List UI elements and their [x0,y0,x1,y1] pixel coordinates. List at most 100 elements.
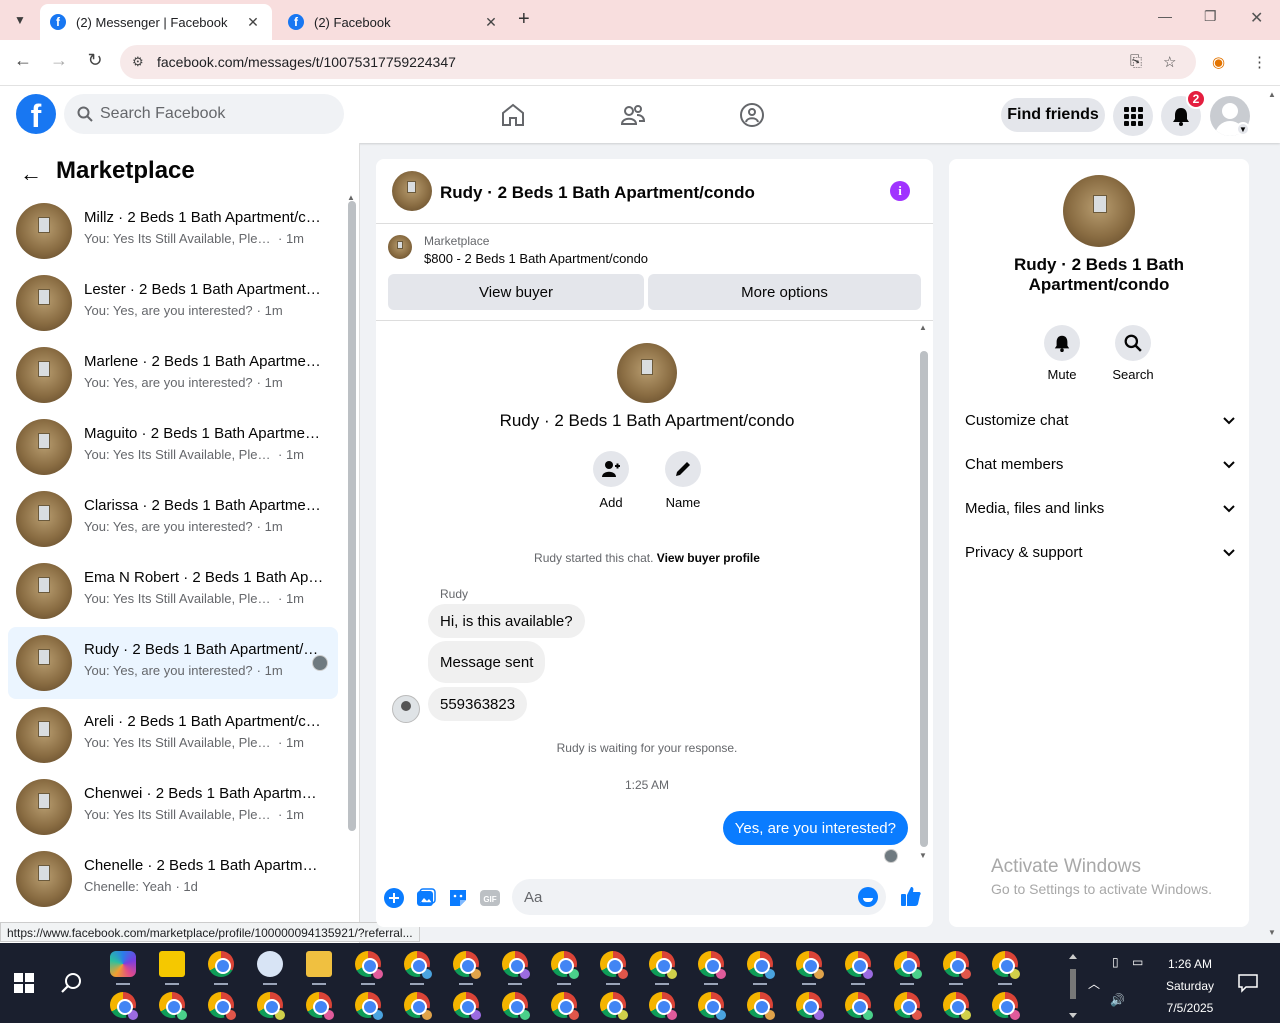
windows-start-icon[interactable] [14,973,34,993]
scroll-down-arrow[interactable]: ▼ [919,851,927,860]
chrome-icon[interactable] [649,992,679,1022]
message-bubble[interactable]: 559363823 [428,687,528,721]
chrome-icon[interactable] [208,992,238,1022]
site-info-icon[interactable]: ⚙ [132,54,144,70]
chrome-icon[interactable] [894,951,924,981]
network-icon[interactable]: ▭ [1132,955,1143,969]
file-explorer-icon[interactable] [306,951,332,977]
chrome-icon[interactable] [404,951,434,981]
message-input[interactable]: Aa [512,879,886,915]
chrome-icon[interactable] [110,992,140,1022]
find-friends-button[interactable]: Find friends [1001,98,1105,132]
volume-icon[interactable]: 🔊 [1110,993,1125,1007]
photo-icon[interactable] [416,888,436,908]
chrome-icon[interactable] [698,992,728,1022]
chrome-icon[interactable] [943,992,973,1022]
sidebar-scrollbar[interactable] [348,201,356,831]
customize-chat-section[interactable]: Customize chat [965,412,1235,429]
chrome-icon[interactable] [698,951,728,981]
message-bubble[interactable]: Message sent [428,641,546,683]
search-input[interactable]: Search Facebook [64,94,344,134]
forward-icon[interactable]: → [46,50,72,71]
chrome-icon[interactable] [159,992,189,1022]
restore-icon[interactable]: ❐ [1204,8,1217,25]
chrome-icon[interactable] [453,951,483,981]
close-window-icon[interactable]: ✕ [1250,8,1263,28]
privacy-support-section[interactable]: Privacy & support [965,544,1235,561]
chat-title[interactable]: Rudy · 2 Beds 1 Bath Apartment/condo [440,183,755,203]
chrome-icon[interactable] [208,951,234,977]
conversation-item[interactable]: Rudy · 2 Beds 1 Bath Apartment/condo You:… [8,627,338,699]
bookmark-star-icon[interactable]: ☆ [1163,53,1176,71]
page-scroll-up-arrow[interactable]: ▲ [1268,90,1276,99]
groups-icon[interactable] [739,102,765,128]
tray-chevron-icon[interactable]: ︿ [1088,975,1100,992]
mute-button[interactable]: Mute [1032,325,1092,382]
conversation-item[interactable]: Clarissa · 2 Beds 1 Bath Apartment/condo… [8,483,338,555]
paint-icon[interactable] [257,951,283,977]
chrome-icon[interactable] [649,951,679,981]
conversation-item[interactable]: Lester · 2 Beds 1 Bath Apartment/condo Yo… [8,267,338,339]
my-message-bubble[interactable]: Yes, are you interested? [722,811,908,845]
view-buyer-profile-link[interactable]: View buyer profile [657,551,760,565]
profile-icon[interactable]: ◉ [1212,53,1225,71]
chrome-icon[interactable] [257,992,287,1022]
conversation-item[interactable]: Chenelle · 2 Beds 1 Bath Apartment/condo… [8,843,338,915]
back-arrow-icon[interactable]: ← [20,161,42,187]
chrome-icon[interactable] [845,992,875,1022]
chevron-down-icon[interactable]: ▼ [1236,122,1250,136]
chrome-icon[interactable] [845,951,875,981]
thread-scrollbar[interactable] [920,351,928,847]
chrome-icon[interactable] [306,992,336,1022]
message-bubble[interactable]: Hi, is this available? [428,604,585,638]
conversation-item[interactable]: Marlene · 2 Beds 1 Bath Apartment/condo Y… [8,339,338,411]
sender-avatar[interactable] [392,695,420,723]
chrome-icon[interactable] [355,992,385,1022]
more-options-button[interactable]: More options [648,274,921,310]
new-tab-button[interactable]: + [518,8,530,31]
menu-icon[interactable]: ⋮ [1252,53,1267,71]
taskbar-search-icon[interactable] [60,971,84,995]
plus-circle-icon[interactable] [384,888,404,908]
home-icon[interactable] [500,102,526,128]
chrome-icon[interactable] [747,992,777,1022]
close-tab-icon[interactable]: ✕ [244,14,262,31]
chrome-icon[interactable] [796,992,826,1022]
name-chat-button[interactable]: Name [653,451,713,510]
chrome-icon[interactable] [992,992,1022,1022]
reload-icon[interactable]: ↻ [82,50,108,71]
chrome-icon[interactable] [600,951,630,981]
gif-icon[interactable]: GIF [480,888,500,908]
chrome-icon[interactable] [404,992,434,1022]
chrome-icon[interactable] [502,992,532,1022]
tab-facebook[interactable]: f (2) Facebook ✕ [278,4,510,40]
conversation-item[interactable]: Chenwei · 2 Beds 1 Bath Apartment/condo Y… [8,771,338,843]
chrome-icon[interactable] [600,992,630,1022]
conversation-item[interactable]: Millz · 2 Beds 1 Bath Apartment/condo You… [8,195,338,267]
close-tab-icon[interactable]: ✕ [482,14,500,31]
friends-icon[interactable] [620,102,646,128]
chrome-icon[interactable] [894,992,924,1022]
chrome-icon[interactable] [355,951,385,981]
chat-members-section[interactable]: Chat members [965,456,1235,473]
chrome-icon[interactable] [551,951,581,981]
thumbs-up-icon[interactable] [900,885,922,907]
media-files-section[interactable]: Media, files and links [965,500,1235,517]
address-bar[interactable]: ⚙ facebook.com/messages/t/10075317759224… [120,45,1196,79]
chrome-icon[interactable] [796,951,826,981]
facebook-logo-icon[interactable]: f [16,94,56,134]
system-clock[interactable]: 1:26 AM Saturday 7/5/2025 [1150,953,1230,1019]
chat-avatar[interactable] [392,171,432,211]
chrome-icon[interactable] [453,992,483,1022]
chrome-icon[interactable] [992,951,1022,981]
copilot-icon[interactable] [110,951,136,977]
chrome-icon[interactable] [551,992,581,1022]
conversation-item[interactable]: Areli · 2 Beds 1 Bath Apartment/condo You… [8,699,338,771]
conversation-item[interactable]: Maguito · 2 Beds 1 Bath Apartment/condo Y… [8,411,338,483]
sticky-notes-icon[interactable] [159,951,185,977]
conversation-item[interactable]: Ema N Robert · 2 Beds 1 Bath Apartment/c… [8,555,338,627]
notification-center-icon[interactable] [1238,973,1258,993]
chrome-icon[interactable] [747,951,777,981]
add-people-button[interactable]: Add [581,451,641,510]
taskbar-scroll-icon[interactable] [1066,951,1080,1021]
